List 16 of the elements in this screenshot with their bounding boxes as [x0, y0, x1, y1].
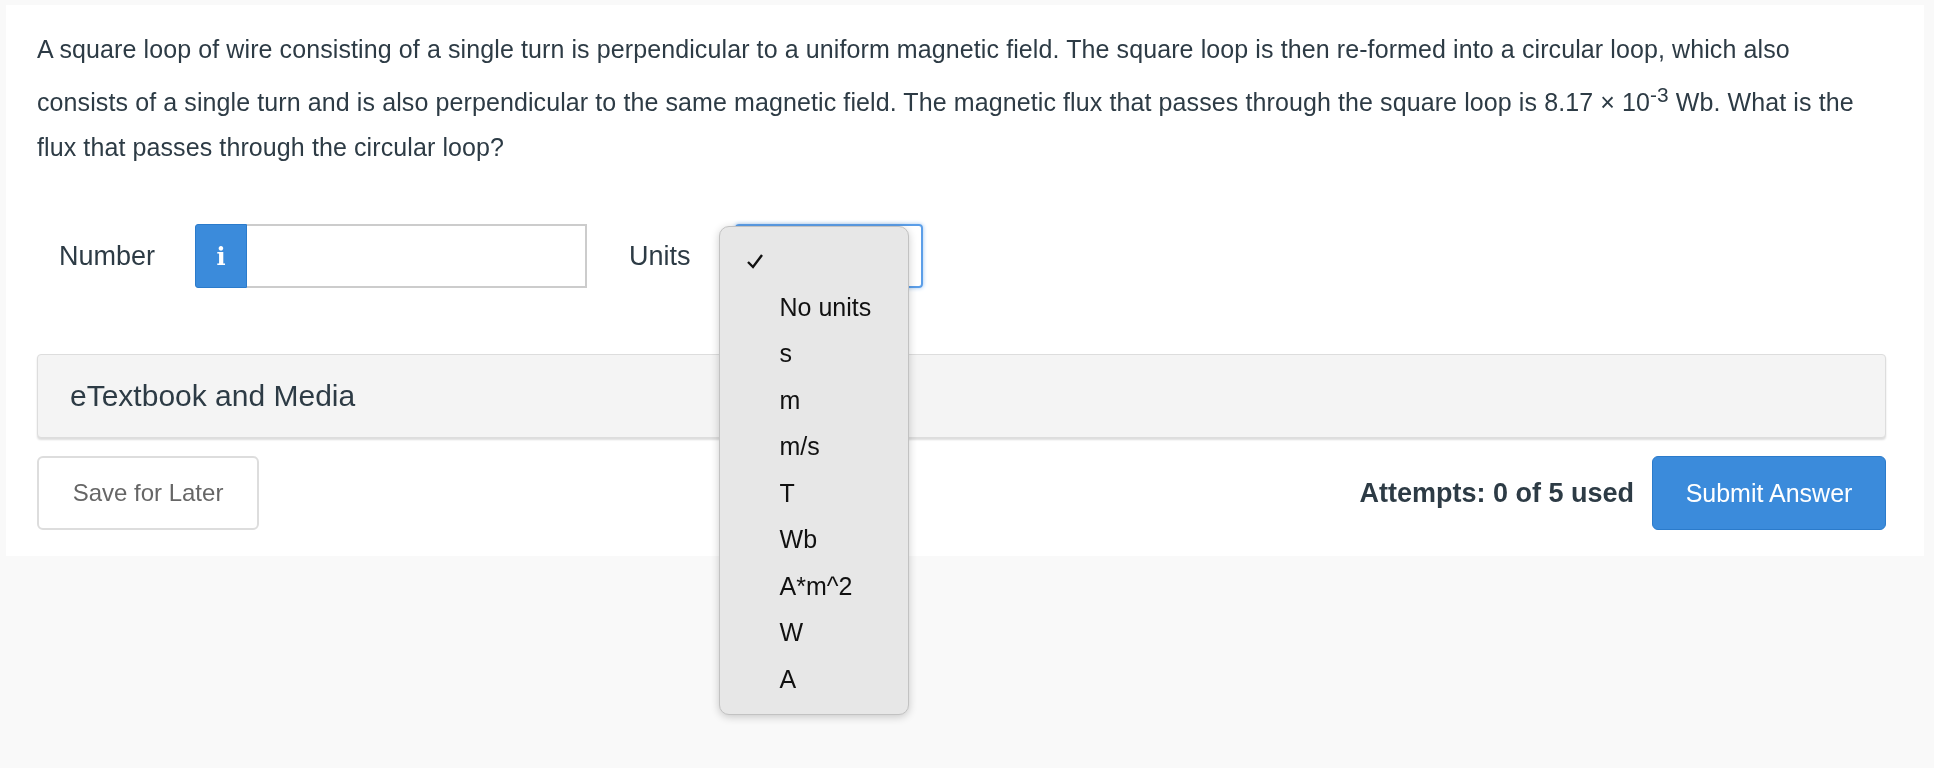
info-button[interactable]: i: [195, 224, 248, 289]
submit-button[interactable]: Submit Answer: [1652, 456, 1886, 531]
number-label: Number: [59, 240, 156, 272]
menu-option[interactable]: No units: [719, 283, 908, 331]
menu-option[interactable]: m: [719, 376, 908, 424]
menu-option[interactable]: W: [719, 609, 908, 656]
menu-option[interactable]: A: [719, 655, 908, 703]
menu-option[interactable]: T: [719, 469, 908, 517]
menu-option[interactable]: A*m^2: [719, 562, 908, 610]
number-input[interactable]: [247, 224, 588, 289]
menu-option[interactable]: Wb: [719, 516, 908, 563]
units-label: Units: [629, 240, 691, 272]
attempts-text: Attempts: 0 of 5 used: [1359, 477, 1634, 509]
question-text: A square loop of wire consisting of a single turn is perpendicular to a uniform magnetic field. The square loop is then re-formed into a circular loop, which also consists of a single turn and is also perpendicular to the same magnetic field. The magnetic flux that passes through the square loop is 8.17 × 10$^{-3}$ Wb. What is the flux that passes through the circular loop?: [37, 34, 1855, 164]
save-button[interactable]: Save for Later: [37, 456, 259, 531]
panel-title: eTextbook and Media: [70, 379, 356, 414]
